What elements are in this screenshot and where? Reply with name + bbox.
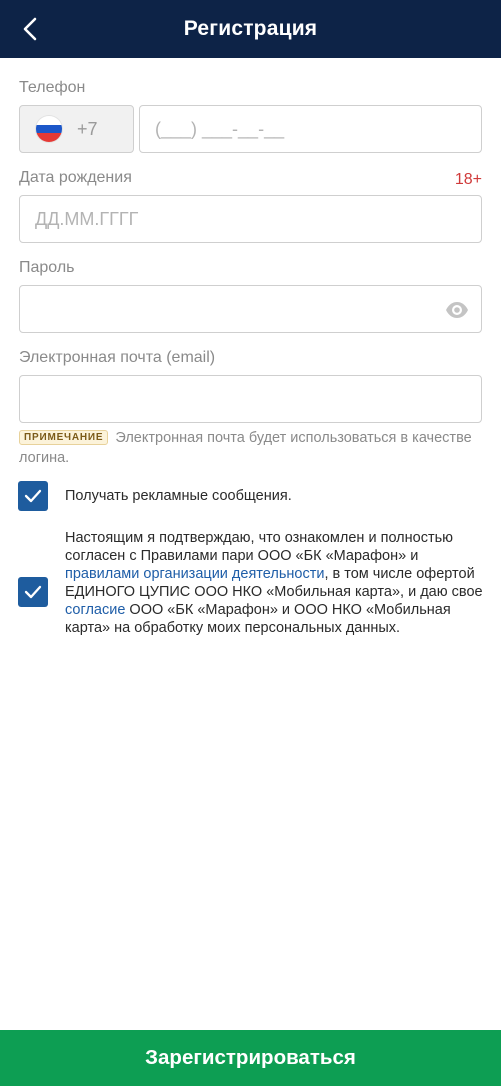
checkmark-icon bbox=[24, 585, 42, 599]
password-field-wrapper bbox=[19, 285, 482, 333]
app-header: Регистрация bbox=[0, 0, 501, 58]
email-note: ПРИМЕЧАНИЕ Электронная почта будет испол… bbox=[19, 428, 484, 468]
agreement-text: Настоящим я подтверждаю, что ознакомлен … bbox=[65, 529, 485, 637]
checkmark-icon bbox=[24, 489, 42, 503]
birthdate-input[interactable] bbox=[20, 196, 481, 242]
birthdate-field-wrapper bbox=[19, 195, 482, 243]
consent-link[interactable]: согласие bbox=[65, 602, 125, 618]
phone-label: Телефон bbox=[19, 79, 86, 96]
country-code-selector[interactable]: +7 bbox=[19, 105, 134, 153]
email-input[interactable] bbox=[20, 376, 481, 422]
agreement-text-part-1: Настоящим я подтверждаю, что ознакомлен … bbox=[65, 530, 454, 564]
ads-checkbox-label: Получать рекламные сообщения. bbox=[65, 488, 292, 504]
ads-checkbox[interactable] bbox=[18, 481, 48, 511]
email-field-wrapper bbox=[19, 375, 482, 423]
email-label: Электронная почта (email) bbox=[19, 349, 216, 366]
password-label: Пароль bbox=[19, 259, 75, 276]
phone-input[interactable] bbox=[140, 106, 481, 152]
page-title: Регистрация bbox=[183, 17, 318, 40]
russia-flag-icon bbox=[36, 116, 62, 142]
password-input[interactable] bbox=[20, 286, 481, 332]
agreement-checkbox[interactable] bbox=[18, 577, 48, 607]
note-badge: ПРИМЕЧАНИЕ bbox=[19, 430, 109, 445]
register-button[interactable]: Зарегистрироваться bbox=[0, 1030, 501, 1086]
eye-icon[interactable] bbox=[445, 298, 469, 322]
country-code: +7 bbox=[77, 118, 98, 139]
back-button[interactable] bbox=[16, 14, 44, 44]
birthdate-label: Дата рождения bbox=[19, 169, 132, 186]
rules-link[interactable]: правилами организации деятельности bbox=[65, 566, 324, 582]
age-restriction-badge: 18+ bbox=[454, 171, 482, 188]
chevron-left-icon bbox=[23, 17, 37, 41]
phone-field-wrapper bbox=[139, 105, 482, 153]
